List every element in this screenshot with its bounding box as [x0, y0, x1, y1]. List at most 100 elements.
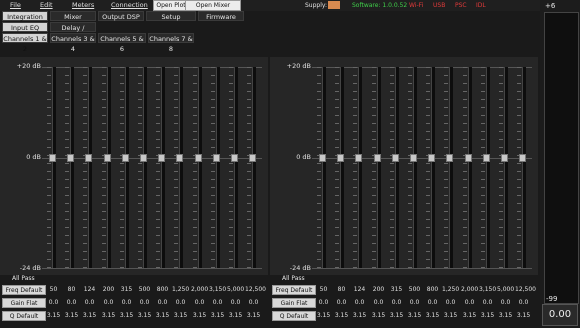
band-gain-value[interactable]: 0.0	[388, 299, 405, 306]
band-q-value[interactable]: 3.15	[424, 312, 441, 319]
eq-band-slider-knob[interactable]	[392, 154, 399, 162]
band-gain-value[interactable]: 0.0	[154, 299, 171, 306]
eq-band-slider-knob[interactable]	[158, 154, 165, 162]
eq-band-slider-knob[interactable]	[337, 154, 344, 162]
eq-band-slider-track[interactable]	[468, 67, 472, 268]
freq-default-button[interactable]: Freq Default	[2, 285, 46, 295]
band-gain-value[interactable]: 0.0	[45, 299, 62, 306]
band-frequency-value[interactable]: 50	[315, 286, 332, 293]
band-frequency-value[interactable]: 12,500	[515, 286, 536, 293]
eq-band-slider-track[interactable]	[107, 67, 111, 268]
band-q-value[interactable]: 3.15	[118, 312, 135, 319]
q-default-button[interactable]: Q Default	[2, 311, 46, 321]
tab-mixer[interactable]: Mixer	[50, 11, 96, 21]
eq-band-slider-track[interactable]	[198, 67, 202, 268]
band-gain-value[interactable]: 0.0	[245, 299, 262, 306]
eq-band-slider-knob[interactable]	[67, 154, 74, 162]
band-gain-value[interactable]: 0.0	[63, 299, 80, 306]
eq-band-slider-knob[interactable]	[483, 154, 490, 162]
band-q-value[interactable]: 3.15	[154, 312, 171, 319]
eq-band-slider-knob[interactable]	[410, 154, 417, 162]
tab-channels-7-8[interactable]: Channels 7 & 8	[148, 33, 194, 53]
band-frequency-value[interactable]: 124	[81, 286, 98, 293]
band-q-value[interactable]: 3.15	[227, 312, 244, 319]
band-gain-value[interactable]: 0.0	[172, 299, 189, 306]
eq-band-slider-track[interactable]	[234, 67, 238, 268]
band-frequency-value[interactable]: 2,000	[461, 286, 478, 293]
band-frequency-value[interactable]: 80	[333, 286, 350, 293]
band-frequency-value[interactable]: 1,250	[172, 286, 189, 293]
band-gain-value[interactable]: 0.0	[442, 299, 459, 306]
band-frequency-value[interactable]: 315	[388, 286, 405, 293]
tab-integration-dsp[interactable]: Integration DSP	[2, 11, 48, 31]
band-frequency-value[interactable]: 3,150	[479, 286, 496, 293]
freq-default-button[interactable]: Freq Default	[272, 285, 316, 295]
eq-band-slider-knob[interactable]	[355, 154, 362, 162]
band-q-value[interactable]: 3.15	[315, 312, 332, 319]
eq-band-slider-track[interactable]	[431, 67, 435, 268]
eq-band-slider-knob[interactable]	[195, 154, 202, 162]
band-frequency-value[interactable]: 5,000	[497, 286, 514, 293]
eq-band-slider-knob[interactable]	[176, 154, 183, 162]
band-gain-value[interactable]: 0.0	[333, 299, 350, 306]
tab-output-dsp[interactable]: Output DSP	[98, 11, 144, 21]
open-plot-button[interactable]: Open Plot	[153, 0, 189, 11]
tab-firmware[interactable]: Firmware	[198, 11, 244, 21]
band-gain-value[interactable]: 0.0	[191, 299, 208, 306]
band-frequency-value[interactable]: 800	[154, 286, 171, 293]
band-frequency-value[interactable]: 200	[370, 286, 387, 293]
eq-band-slider-knob[interactable]	[49, 154, 56, 162]
band-q-value[interactable]: 3.15	[351, 312, 368, 319]
band-q-value[interactable]: 3.15	[81, 312, 98, 319]
band-q-value[interactable]: 3.15	[63, 312, 80, 319]
master-fader-track[interactable]	[544, 12, 579, 304]
band-frequency-value[interactable]: 800	[424, 286, 441, 293]
tab-channels-3-4[interactable]: Channels 3 & 4	[50, 33, 96, 53]
band-q-value[interactable]: 3.15	[45, 312, 62, 319]
band-gain-value[interactable]: 0.0	[479, 299, 496, 306]
band-gain-value[interactable]: 0.0	[100, 299, 117, 306]
eq-band-slider-track[interactable]	[125, 67, 129, 268]
eq-band-slider-track[interactable]	[377, 67, 381, 268]
q-default-button[interactable]: Q Default	[272, 311, 316, 321]
eq-band-slider-track[interactable]	[88, 67, 92, 268]
band-frequency-value[interactable]: 3,150	[209, 286, 226, 293]
menu-meters[interactable]: Meters	[72, 1, 94, 9]
band-gain-value[interactable]: 0.0	[497, 299, 514, 306]
band-q-value[interactable]: 3.15	[388, 312, 405, 319]
band-frequency-value[interactable]: 2,000	[191, 286, 208, 293]
eq-band-slider-knob[interactable]	[465, 154, 472, 162]
band-q-value[interactable]: 3.15	[442, 312, 459, 319]
tab-input-eq[interactable]: Input EQ	[2, 22, 48, 32]
band-q-value[interactable]: 3.15	[100, 312, 117, 319]
menu-connection[interactable]: Connection	[111, 1, 148, 9]
band-frequency-value[interactable]: 500	[136, 286, 153, 293]
band-gain-value[interactable]: 0.0	[406, 299, 423, 306]
band-q-value[interactable]: 3.15	[191, 312, 208, 319]
eq-band-slider-knob[interactable]	[231, 154, 238, 162]
tab-delay-phase[interactable]: Delay / Phase	[50, 22, 96, 42]
band-q-value[interactable]: 3.15	[515, 312, 532, 319]
menu-file[interactable]: File	[10, 1, 21, 9]
band-gain-value[interactable]: 0.0	[209, 299, 226, 306]
eq-band-slider-track[interactable]	[449, 67, 453, 268]
eq-band-slider-knob[interactable]	[85, 154, 92, 162]
band-gain-value[interactable]: 0.0	[461, 299, 478, 306]
band-frequency-value[interactable]: 5,000	[227, 286, 244, 293]
eq-band-slider-knob[interactable]	[374, 154, 381, 162]
band-q-value[interactable]: 3.15	[333, 312, 350, 319]
tab-channels-1-2[interactable]: Channels 1 & 2	[2, 33, 48, 53]
band-frequency-value[interactable]: 500	[406, 286, 423, 293]
band-gain-value[interactable]: 0.0	[424, 299, 441, 306]
gain-flat-button[interactable]: Gain Flat	[272, 298, 316, 308]
eq-band-slider-knob[interactable]	[519, 154, 526, 162]
band-frequency-value[interactable]: 315	[118, 286, 135, 293]
band-gain-value[interactable]: 0.0	[81, 299, 98, 306]
eq-band-slider-knob[interactable]	[319, 154, 326, 162]
band-gain-value[interactable]: 0.0	[136, 299, 153, 306]
gain-flat-button[interactable]: Gain Flat	[2, 298, 46, 308]
band-gain-value[interactable]: 0.0	[227, 299, 244, 306]
eq-band-slider-track[interactable]	[161, 67, 165, 268]
eq-band-slider-track[interactable]	[143, 67, 147, 268]
band-frequency-value[interactable]: 124	[351, 286, 368, 293]
